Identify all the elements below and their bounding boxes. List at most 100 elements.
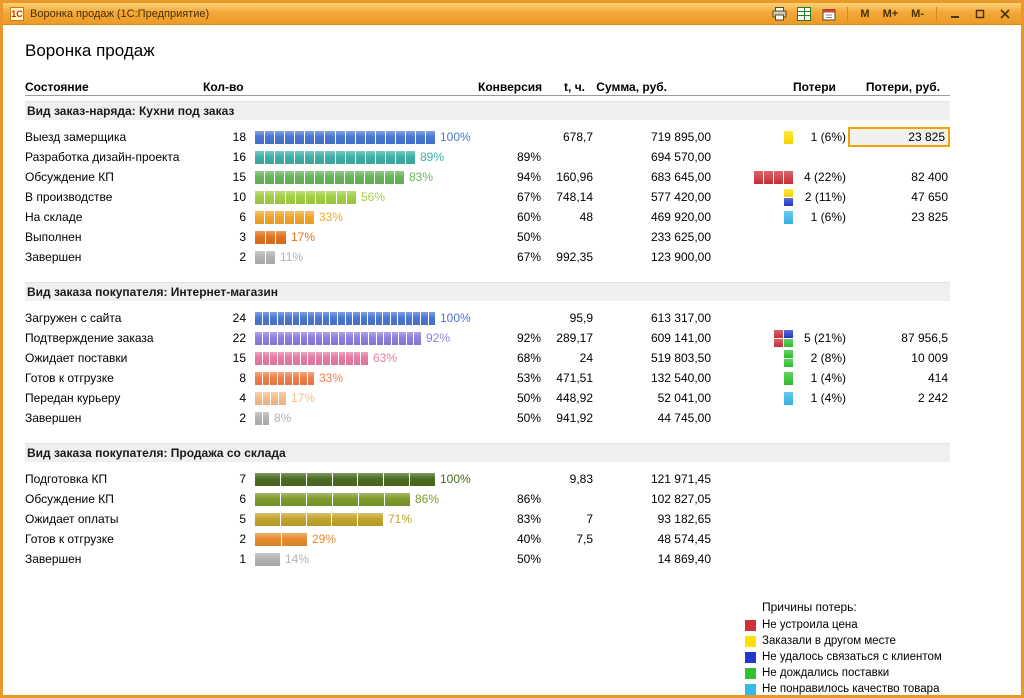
funnel-bar-cell[interactable]: 33% — [248, 368, 478, 388]
state-cell[interactable]: Завершен — [25, 411, 200, 425]
sum-cell[interactable]: 102 827,05 — [595, 492, 713, 506]
loss-rub-cell[interactable] — [848, 247, 950, 267]
state-cell[interactable]: Загружен с сайта — [25, 311, 200, 325]
conversion-cell[interactable]: 86% — [478, 492, 543, 506]
count-cell[interactable]: 6 — [200, 210, 248, 224]
conversion-cell[interactable]: 89% — [478, 150, 543, 164]
funnel-bar-cell[interactable]: 89% — [248, 147, 478, 167]
conversion-cell[interactable]: 50% — [478, 230, 543, 244]
time-cell[interactable]: 941,92 — [543, 411, 595, 425]
loss-bar-cell[interactable] — [713, 127, 793, 147]
time-cell[interactable]: 289,17 — [543, 331, 595, 345]
loss-bar-cell[interactable] — [713, 247, 793, 267]
loss-count-cell[interactable]: 1 (4%) — [793, 391, 848, 405]
sum-cell[interactable]: 48 574,45 — [595, 532, 713, 546]
loss-rub-cell[interactable] — [848, 469, 950, 489]
sum-cell[interactable]: 469 920,00 — [595, 210, 713, 224]
state-cell[interactable]: Разработка дизайн-проекта — [25, 150, 200, 164]
count-cell[interactable]: 10 — [200, 190, 248, 204]
state-cell[interactable]: На складе — [25, 210, 200, 224]
state-cell[interactable]: Готов к отгрузке — [25, 532, 200, 546]
time-cell[interactable]: 471,51 — [543, 371, 595, 385]
count-cell[interactable]: 2 — [200, 532, 248, 546]
funnel-bar-cell[interactable]: 29% — [248, 529, 478, 549]
funnel-bar-cell[interactable]: 83% — [248, 167, 478, 187]
state-cell[interactable]: Ожидает поставки — [25, 351, 200, 365]
sum-cell[interactable]: 52 041,00 — [595, 391, 713, 405]
count-cell[interactable]: 2 — [200, 250, 248, 264]
sum-cell[interactable]: 519 803,50 — [595, 351, 713, 365]
state-cell[interactable]: Завершен — [25, 552, 200, 566]
loss-rub-cell[interactable]: 10 009 — [848, 348, 950, 368]
time-cell[interactable]: 9,83 — [543, 472, 595, 486]
time-cell[interactable]: 7 — [543, 512, 595, 526]
funnel-bar-cell[interactable]: 100% — [248, 469, 478, 489]
loss-rub-cell[interactable] — [848, 147, 950, 167]
loss-bar-cell[interactable] — [713, 368, 793, 388]
state-cell[interactable]: Передан курьеру — [25, 391, 200, 405]
print-button[interactable] — [770, 5, 788, 22]
loss-count-cell[interactable]: 2 (8%) — [793, 351, 848, 365]
group-header[interactable]: Вид заказа покупателя: Интернет-магазин — [25, 282, 950, 301]
conversion-cell[interactable]: 50% — [478, 411, 543, 425]
group-header[interactable]: Вид заказа покупателя: Продажа со склада — [25, 443, 950, 462]
loss-bar-cell[interactable] — [713, 529, 793, 549]
sum-cell[interactable]: 694 570,00 — [595, 150, 713, 164]
loss-rub-cell[interactable]: 82 400 — [848, 167, 950, 187]
loss-bar-cell[interactable] — [713, 308, 793, 328]
memory-button-m[interactable]: M — [857, 5, 872, 22]
state-cell[interactable]: Обсуждение КП — [25, 492, 200, 506]
count-cell[interactable]: 7 — [200, 472, 248, 486]
state-cell[interactable]: Готов к отгрузке — [25, 371, 200, 385]
count-cell[interactable]: 2 — [200, 411, 248, 425]
loss-bar-cell[interactable] — [713, 227, 793, 247]
time-cell[interactable]: 24 — [543, 351, 595, 365]
sum-cell[interactable]: 44 745,00 — [595, 411, 713, 425]
loss-bar-cell[interactable] — [713, 147, 793, 167]
count-cell[interactable]: 4 — [200, 391, 248, 405]
close-button[interactable] — [996, 5, 1014, 22]
conversion-cell[interactable]: 40% — [478, 532, 543, 546]
state-cell[interactable]: Завершен — [25, 250, 200, 264]
sum-cell[interactable]: 14 869,40 — [595, 552, 713, 566]
time-cell[interactable]: 678,7 — [543, 130, 595, 144]
funnel-bar-cell[interactable]: 100% — [248, 308, 478, 328]
time-cell[interactable]: 7,5 — [543, 532, 595, 546]
funnel-bar-cell[interactable]: 17% — [248, 227, 478, 247]
sum-cell[interactable]: 233 625,00 — [595, 230, 713, 244]
funnel-bar-cell[interactable]: 71% — [248, 509, 478, 529]
state-cell[interactable]: Выполнен — [25, 230, 200, 244]
loss-count-cell[interactable]: 1 (4%) — [793, 371, 848, 385]
memory-button-m-plus[interactable]: M+ — [880, 5, 902, 22]
loss-bar-cell[interactable] — [713, 207, 793, 227]
loss-count-cell[interactable]: 2 (11%) — [793, 190, 848, 204]
funnel-bar-cell[interactable]: 33% — [248, 207, 478, 227]
loss-rub-cell[interactable]: 47 650 — [848, 187, 950, 207]
loss-rub-cell[interactable] — [848, 529, 950, 549]
time-cell[interactable]: 48 — [543, 210, 595, 224]
conversion-cell[interactable]: 53% — [478, 371, 543, 385]
loss-count-cell[interactable]: 5 (21%) — [793, 331, 848, 345]
count-cell[interactable]: 15 — [200, 170, 248, 184]
state-cell[interactable]: Обсуждение КП — [25, 170, 200, 184]
selected-cell[interactable]: 23 825 — [848, 127, 950, 147]
count-cell[interactable]: 22 — [200, 331, 248, 345]
group-header[interactable]: Вид заказ-наряда: Кухни под заказ — [25, 101, 950, 120]
funnel-bar-cell[interactable]: 63% — [248, 348, 478, 368]
count-cell[interactable]: 16 — [200, 150, 248, 164]
count-cell[interactable]: 8 — [200, 371, 248, 385]
loss-count-cell[interactable]: 1 (6%) — [793, 130, 848, 144]
loss-rub-cell[interactable]: 2 242 — [848, 388, 950, 408]
conversion-cell[interactable]: 50% — [478, 552, 543, 566]
loss-bar-cell[interactable] — [713, 509, 793, 529]
sum-cell[interactable]: 683 645,00 — [595, 170, 713, 184]
loss-bar-cell[interactable] — [713, 328, 793, 348]
count-cell[interactable]: 1 — [200, 552, 248, 566]
state-cell[interactable]: В производстве — [25, 190, 200, 204]
funnel-bar-cell[interactable]: 8% — [248, 408, 478, 428]
loss-bar-cell[interactable] — [713, 489, 793, 509]
state-cell[interactable]: Подтверждение заказа — [25, 331, 200, 345]
loss-bar-cell[interactable] — [713, 408, 793, 428]
loss-bar-cell[interactable] — [713, 549, 793, 569]
sum-cell[interactable]: 609 141,00 — [595, 331, 713, 345]
